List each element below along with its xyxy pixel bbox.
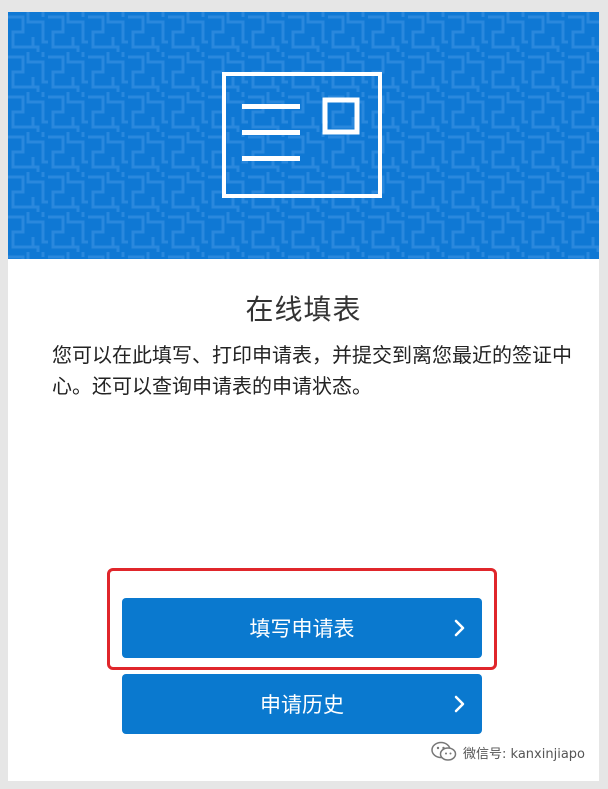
card-description: 您可以在此填写、打印申请表，并提交到离您最近的签证中心。还可以查询申请表的申请状… — [52, 343, 572, 398]
chevron-right-icon — [454, 695, 465, 713]
banner — [8, 12, 599, 259]
online-form-card: 在线填表 您可以在此填写、打印申请表，并提交到离您最近的签证中心。还可以查询申请… — [8, 12, 599, 781]
fill-application-button[interactable]: 填写申请表 — [122, 598, 482, 658]
chevron-right-icon — [454, 619, 465, 637]
watermark-text: 微信号: kanxinjiapo — [463, 746, 585, 762]
wechat-icon — [431, 741, 457, 761]
form-card-icon — [222, 72, 382, 198]
application-history-button[interactable]: 申请历史 — [122, 674, 482, 734]
application-history-label: 申请历史 — [260, 693, 344, 717]
fill-application-label: 填写申请表 — [249, 617, 355, 641]
card-title: 在线填表 — [245, 293, 362, 326]
watermark: 微信号: kanxinjiapo — [431, 741, 585, 763]
